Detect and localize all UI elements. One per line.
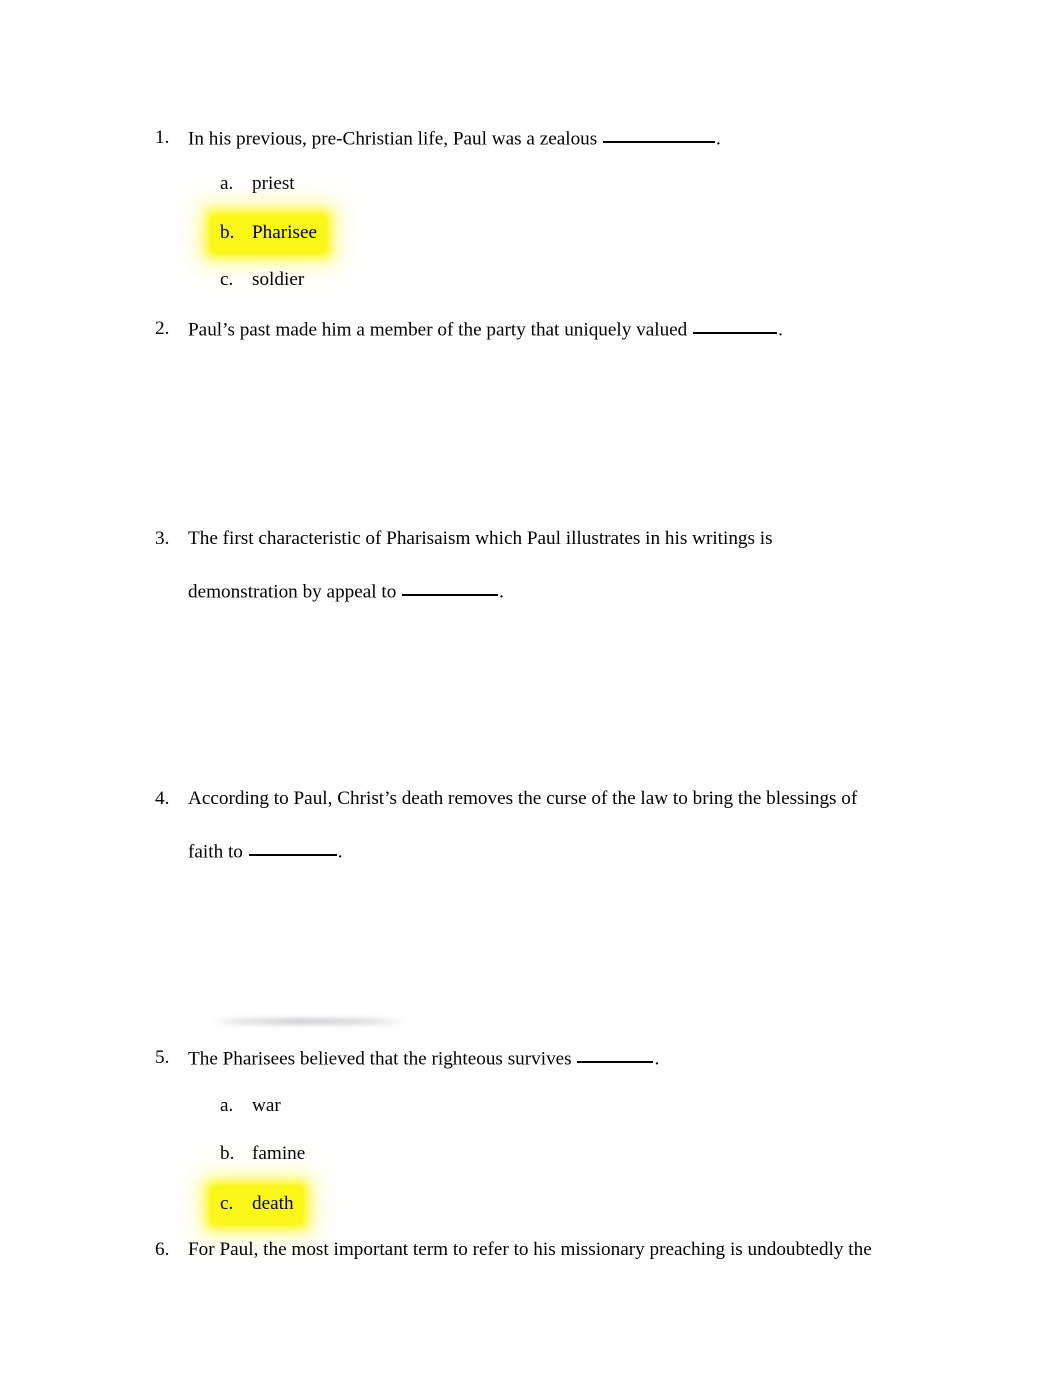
option-label: priest [252, 173, 295, 194]
question-3-blank[interactable] [402, 579, 499, 596]
question-4-blank[interactable] [248, 839, 337, 856]
question-1-option-a[interactable]: a. priest [220, 172, 295, 197]
question-6-number: 6. [155, 1239, 170, 1260]
document-page: 1. In his previous, pre-Christian life, … [0, 0, 1062, 1377]
question-3-number: 3. [155, 528, 170, 549]
question-4-stem-2: faith to [188, 841, 248, 863]
option-label: war [252, 1095, 281, 1116]
question-1-blank[interactable] [603, 126, 716, 143]
option-letter: a. [220, 173, 234, 194]
question-5-option-c[interactable]: c. death [214, 1189, 300, 1221]
option-label: death [252, 1193, 294, 1214]
question-4-number: 4. [155, 788, 170, 809]
question-5-option-a[interactable]: a. war [220, 1094, 281, 1119]
option-letter: a. [220, 1095, 234, 1116]
question-5-blank[interactable] [577, 1046, 654, 1063]
option-letter: c. [220, 1193, 234, 1214]
question-1-option-b[interactable]: b. Pharisee [214, 218, 324, 250]
question-1-text: In his previous, pre-Christian life, Pau… [188, 126, 721, 153]
question-5-terminator: . [654, 1048, 660, 1070]
question-1-option-c[interactable]: c. soldier [220, 268, 304, 293]
question-6-text: For Paul, the most important term to ref… [188, 1239, 872, 1260]
question-2-number: 2. [155, 318, 170, 339]
option-letter: b. [220, 222, 235, 243]
question-5-stem: The Pharisees believed that the righteou… [188, 1048, 577, 1070]
option-label: Pharisee [252, 222, 318, 243]
question-6: 6. For Paul, the most important term to … [155, 1238, 872, 1263]
question-5: 5. The Pharisees believed that the right… [155, 1046, 659, 1073]
question-4-text: According to Paul, Christ’s death remove… [188, 787, 857, 865]
question-2-blank[interactable] [693, 317, 778, 334]
question-2-stem: Paul’s past made him a member of the par… [188, 319, 693, 341]
question-2-text: Paul’s past made him a member of the par… [188, 317, 783, 344]
question-3-line-1: The first characteristic of Pharisaism w… [188, 528, 773, 549]
option-label: soldier [252, 269, 305, 290]
question-3-stem-2: demonstration by appeal to [188, 581, 402, 603]
question-4-line-1: According to Paul, Christ’s death remove… [188, 788, 858, 809]
question-3-terminator: . [499, 581, 504, 603]
question-4: 4. According to Paul, Christ’s death rem… [155, 787, 857, 865]
question-1-terminator: . [716, 128, 721, 150]
question-1-number: 1. [155, 127, 170, 148]
question-1-stem: In his previous, pre-Christian life, Pau… [188, 128, 603, 150]
option-letter: b. [220, 1143, 235, 1164]
option-letter: c. [220, 269, 234, 290]
question-4-answer-space[interactable] [188, 880, 928, 1030]
question-4-line-2: faith to . [188, 839, 857, 866]
question-3-answer-space[interactable] [188, 620, 928, 780]
question-5-text: The Pharisees believed that the righteou… [188, 1046, 659, 1073]
question-5-option-b[interactable]: b. famine [220, 1142, 305, 1167]
question-3-text: The first characteristic of Pharisaism w… [188, 527, 773, 605]
question-2: 2. Paul’s past made him a member of the … [155, 317, 783, 344]
question-5-number: 5. [155, 1047, 170, 1068]
question-1: 1. In his previous, pre-Christian life, … [155, 126, 721, 153]
question-2-terminator: . [778, 319, 783, 341]
question-3: 3. The first characteristic of Pharisais… [155, 527, 773, 605]
question-4-terminator: . [337, 841, 343, 863]
option-label: famine [252, 1143, 306, 1164]
question-3-line-2: demonstration by appeal to . [188, 579, 773, 606]
question-2-answer-space[interactable] [188, 360, 928, 520]
